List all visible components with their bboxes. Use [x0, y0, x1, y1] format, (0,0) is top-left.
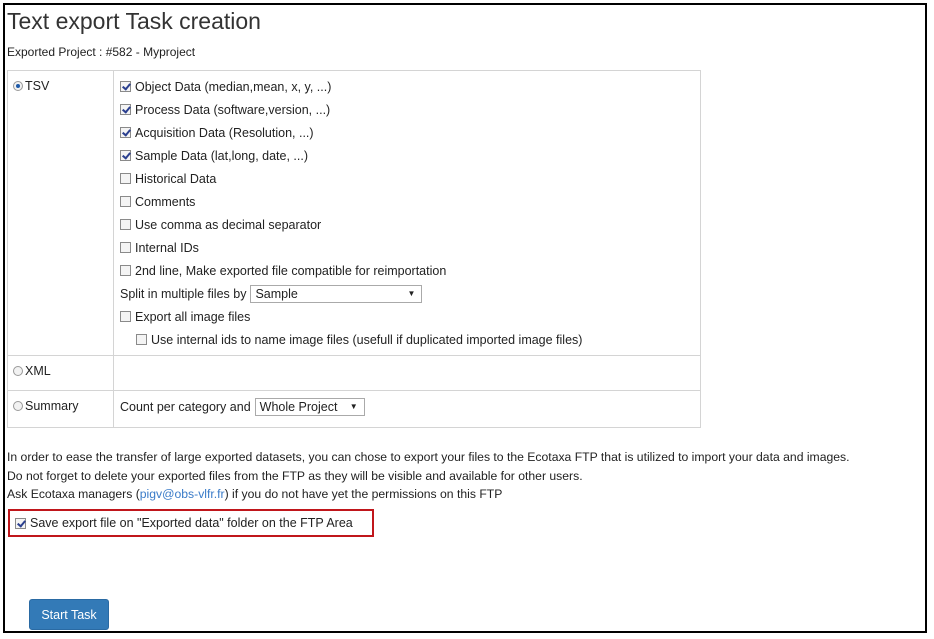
ftp-save-label: Save export file on "Exported data" fold…	[30, 516, 353, 530]
checkbox-comma-decimal[interactable]	[120, 219, 131, 230]
radio-xml[interactable]: XML	[13, 364, 51, 378]
option-sample-data[interactable]: Sample Data (lat,long, date, ...)	[120, 144, 700, 167]
option-second-line[interactable]: 2nd line, Make exported file compatible …	[120, 259, 700, 282]
option-label: Comments	[135, 194, 196, 209]
radio-xml-label: XML	[25, 364, 51, 378]
option-acquisition-data[interactable]: Acquisition Data (Resolution, ...)	[120, 121, 700, 144]
radio-tsv-indicator[interactable]	[13, 81, 23, 91]
chevron-down-icon: ▼	[407, 289, 416, 298]
checkbox-save-ftp[interactable]	[15, 517, 26, 529]
radio-tsv-label: TSV	[25, 79, 50, 93]
summary-select-value: Whole Project	[259, 399, 338, 414]
chevron-down-icon: ▼	[349, 402, 358, 411]
option-label: Use internal ids to name image files (us…	[151, 332, 583, 347]
option-historical-data[interactable]: Historical Data	[120, 167, 700, 190]
option-comments[interactable]: Comments	[120, 190, 700, 213]
split-row: Split in multiple files by Sample ▼	[120, 282, 700, 305]
format-cell-summary: Summary	[7, 390, 114, 428]
ftp-save-option[interactable]: Save export file on "Exported data" fold…	[8, 509, 374, 537]
option-label: Internal IDs	[135, 240, 199, 255]
tsv-options: Object Data (median,mean, x, y, ...) Pro…	[113, 70, 701, 356]
radio-xml-indicator[interactable]	[13, 366, 23, 376]
checkbox-object-data[interactable]	[120, 81, 131, 92]
format-cell-tsv: TSV	[7, 70, 114, 356]
checkbox-historical-data[interactable]	[120, 173, 131, 184]
checkbox-sample-data[interactable]	[120, 150, 131, 161]
ftp-notice-prefix: Ask Ecotaxa managers (	[7, 487, 140, 501]
split-select[interactable]: Sample ▼	[250, 284, 423, 303]
checkbox-export-images[interactable]	[120, 311, 131, 322]
export-format-table: TSV Object Data (median,mean, x, y, ...)…	[7, 70, 701, 428]
split-label: Split in multiple files by	[120, 286, 247, 301]
summary-options: Count per category and Whole Project ▼	[113, 390, 701, 428]
ftp-notice-suffix: ) if you do not have yet the permissions…	[224, 487, 503, 501]
radio-summary-label: Summary	[25, 399, 79, 413]
option-process-data[interactable]: Process Data (software,version, ...)	[120, 98, 700, 121]
option-label: Acquisition Data (Resolution, ...)	[135, 125, 314, 140]
option-label: Sample Data (lat,long, date, ...)	[135, 148, 309, 163]
option-export-images[interactable]: Export all image files	[120, 305, 700, 328]
checkbox-second-line[interactable]	[120, 265, 131, 276]
page-title: Text export Task creation	[7, 8, 261, 34]
checkbox-process-data[interactable]	[120, 104, 131, 115]
ftp-notice: In order to ease the transfer of large e…	[7, 448, 850, 504]
summary-select[interactable]: Whole Project ▼	[254, 397, 365, 416]
radio-summary-indicator[interactable]	[13, 401, 23, 411]
option-comma-decimal[interactable]: Use comma as decimal separator	[120, 213, 700, 236]
checkbox-internal-id-names[interactable]	[136, 334, 147, 345]
manager-email-link[interactable]: pigv@obs-vlfr.fr	[140, 487, 225, 501]
option-label: Export all image files	[135, 309, 251, 324]
option-label: Historical Data	[135, 171, 217, 186]
split-select-value: Sample	[255, 286, 298, 301]
option-internal-ids[interactable]: Internal IDs	[120, 236, 700, 259]
ftp-notice-line1: In order to ease the transfer of large e…	[7, 450, 850, 464]
project-subtitle: Exported Project : #582 - Myproject	[7, 45, 196, 59]
checkbox-comments[interactable]	[120, 196, 131, 207]
ftp-notice-line3: Ask Ecotaxa managers (pigv@obs-vlfr.fr) …	[7, 485, 850, 504]
option-label: 2nd line, Make exported file compatible …	[135, 263, 447, 278]
format-cell-xml: XML	[7, 355, 114, 391]
xml-options	[113, 355, 701, 391]
summary-row: Count per category and Whole Project ▼	[120, 395, 700, 418]
option-label: Process Data (software,version, ...)	[135, 102, 331, 117]
start-task-button[interactable]: Start Task	[29, 599, 109, 630]
ftp-notice-line2: Do not forget to delete your exported fi…	[7, 468, 583, 483]
option-label: Use comma as decimal separator	[135, 217, 322, 232]
count-label: Count per category and	[120, 399, 251, 414]
checkbox-internal-ids[interactable]	[120, 242, 131, 253]
option-label: Object Data (median,mean, x, y, ...)	[135, 79, 332, 94]
option-internal-id-names[interactable]: Use internal ids to name image files (us…	[120, 328, 700, 351]
radio-summary[interactable]: Summary	[13, 399, 78, 413]
radio-tsv[interactable]: TSV	[13, 79, 49, 93]
option-object-data[interactable]: Object Data (median,mean, x, y, ...)	[120, 75, 700, 98]
checkbox-acquisition-data[interactable]	[120, 127, 131, 138]
